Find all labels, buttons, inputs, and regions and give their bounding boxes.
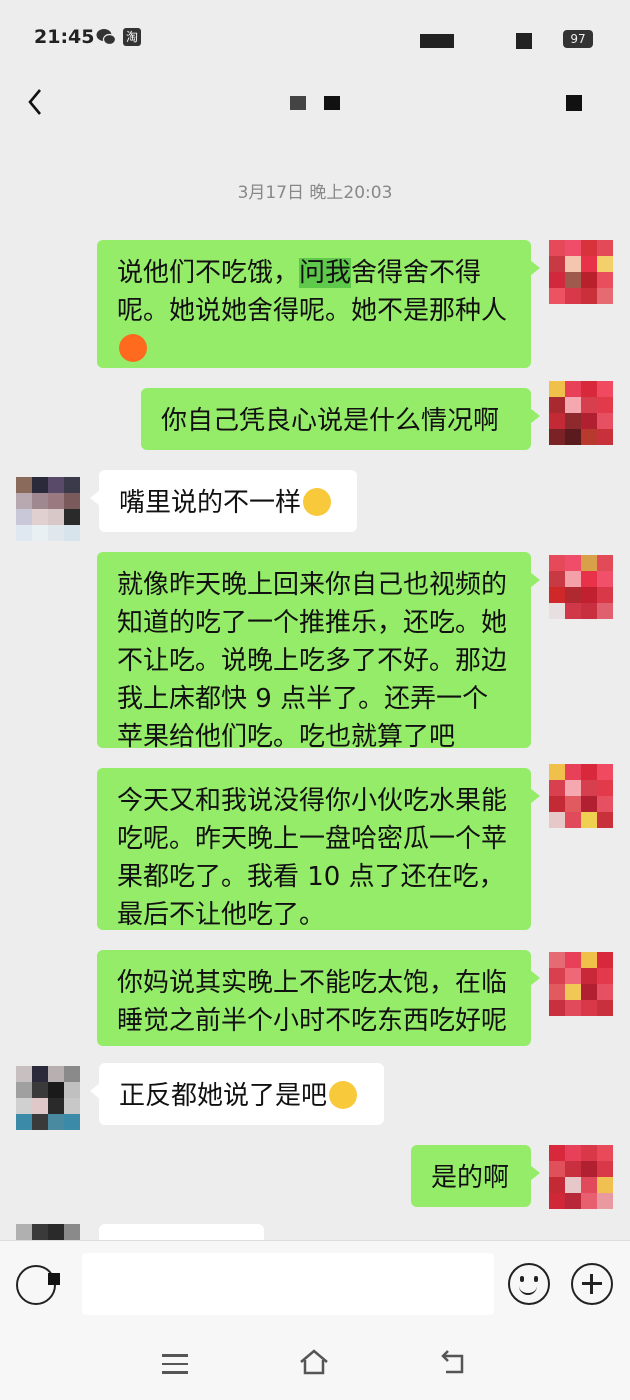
back-icon[interactable] [18,82,58,122]
my-avatar[interactable] [549,240,613,304]
message-timestamp: 3月17日 晚上20:03 [237,183,393,203]
home-icon[interactable] [298,1348,330,1376]
back-nav-icon[interactable] [440,1348,468,1376]
message-text: 今天又和我说没得你小伙吃水果能吃呢。昨天晚上一盘哈密瓜一个苹果都吃了。我看 10… [117,786,508,930]
laugh-cry-emoji-icon [329,1081,358,1109]
wechat-icon [96,29,116,46]
chat-title [290,94,340,114]
laugh-cry-emoji-icon [303,488,332,516]
outgoing-message[interactable]: 就像昨天晚上回来你自己也视频的知道的吃了一个推推乐，还吃。她不让吃。说晚上吃多了… [97,552,540,752]
message-text: 你自己凭良心说是什么情况啊 [161,406,500,436]
message-text: 就像昨天晚上回来你自己也视频的知道的吃了一个推推乐，还吃。她不让吃。说晚上吃多了… [117,570,508,752]
voice-icon[interactable] [16,1265,60,1305]
taobao-icon: 淘 [123,28,141,46]
sweat-smile-emoji-icon [119,334,147,362]
status-time: 21:45 [34,26,95,48]
message-text: 嘴里说的不一样 [119,488,302,518]
outgoing-message[interactable]: 今天又和我说没得你小伙吃水果能吃呢。昨天晚上一盘哈密瓜一个苹果都吃了。我看 10… [97,768,540,930]
my-avatar[interactable] [549,952,613,1016]
outgoing-message[interactable]: 你自己凭良心说是什么情况啊 [141,388,540,450]
message-text: 说他们不吃饿， [117,258,300,288]
wifi-icon [516,33,532,49]
outgoing-message[interactable]: 是的啊 [411,1145,540,1207]
incoming-message[interactable]: 正反都她说了是吧 [90,1063,384,1125]
chat-header [0,80,630,140]
my-avatar[interactable] [549,555,613,619]
status-bar: 21:45 淘 97 [0,0,630,80]
outgoing-message[interactable]: 说他们不吃饿，问我舍得舍不得呢。她说她舍得呢。她不是那种人 [97,240,540,368]
outgoing-message[interactable]: 你妈说其实晚上不能吃太饱，在临睡觉之前半个小时不吃东西吃好呢 [97,950,540,1046]
signal-icon [420,34,454,48]
selected-text: 问我 [299,258,352,288]
message-input[interactable] [82,1253,494,1315]
message-text: 是的啊 [431,1163,510,1193]
contact-avatar[interactable] [16,477,80,541]
my-avatar[interactable] [549,764,613,828]
battery-icon: 97 [563,30,593,48]
contact-avatar[interactable] [16,1066,80,1130]
system-nav-bar [0,1328,630,1400]
chat-area[interactable]: 3月17日 晚上20:03 说他们不吃饿，问我舍得舍不得呢。她说她舍得呢。她不是… [0,140,630,1240]
input-bar [0,1240,630,1329]
plus-icon[interactable] [571,1263,613,1305]
incoming-message[interactable] [99,1224,264,1240]
my-avatar[interactable] [549,1145,613,1209]
more-icon[interactable] [566,95,582,111]
message-text: 正反都她说了是吧 [119,1081,328,1111]
my-avatar[interactable] [549,381,613,445]
incoming-message[interactable]: 嘴里说的不一样 [90,470,357,532]
redacted-title-block [324,96,340,110]
emoji-icon[interactable] [508,1263,550,1305]
redacted-title-block [290,96,306,110]
message-text: 你妈说其实晚上不能吃太饱，在临睡觉之前半个小时不吃东西吃好呢 [117,968,508,1036]
menu-icon[interactable] [162,1354,188,1374]
contact-avatar[interactable] [16,1224,80,1240]
